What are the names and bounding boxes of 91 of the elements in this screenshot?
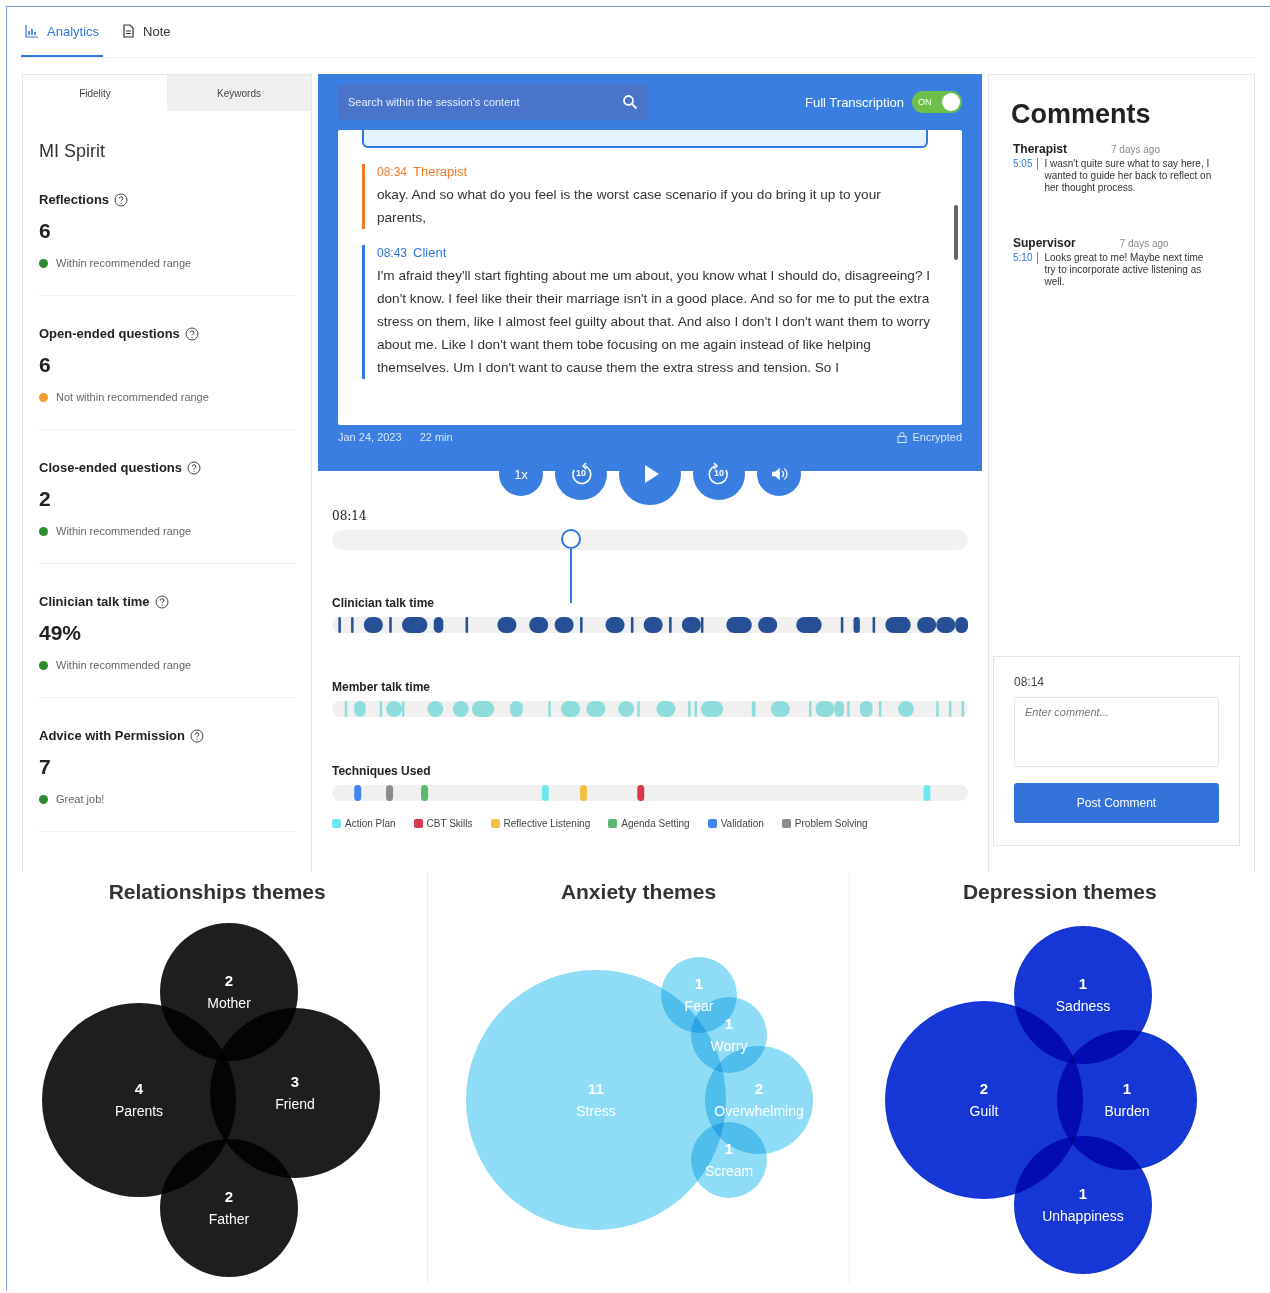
current-time: 08:14 bbox=[332, 509, 368, 523]
entry-time[interactable]: 08:43 bbox=[377, 246, 408, 260]
legend-label: Agenda Setting bbox=[621, 818, 690, 829]
page-tab[interactable]: Analytics bbox=[21, 7, 104, 57]
speaker-name: Therapist bbox=[413, 164, 468, 179]
metric-name: Advice with Permission bbox=[39, 728, 185, 743]
session-date: Jan 24, 2023 bbox=[338, 431, 402, 443]
bubble-count: 1 bbox=[695, 975, 704, 992]
seek-slider[interactable] bbox=[332, 530, 968, 550]
metric-value: 6 bbox=[39, 353, 52, 377]
toggle-label: Full Transcription bbox=[805, 94, 904, 110]
timestamp-link[interactable]: 5:10 bbox=[1013, 252, 1039, 264]
timestamp-link[interactable]: 5:05 bbox=[1013, 158, 1039, 170]
legend-label: CBT Skills bbox=[426, 818, 473, 829]
status-text: Within recommended range bbox=[56, 257, 192, 269]
bubble-label: Mother bbox=[207, 995, 251, 1011]
scrollbar-thumb[interactable] bbox=[954, 205, 958, 260]
slider-thumb[interactable] bbox=[560, 529, 581, 549]
bubble-label: Unhappiness bbox=[1041, 1208, 1124, 1224]
bubble-count: 1 bbox=[1078, 1185, 1087, 1202]
status-text: Great job! bbox=[56, 793, 105, 805]
transcript-text: I'm afraid they'll start fighting about me um about, you know what I should do, disagreeing? I don't know. I feel like their their marriage isn't in a good place. And so for me to put the extra stress on them, like I almost feel guilty about that. And also I don't I don't want them to worry about me. Like I don't want them tobe focusing on me again instead of like helping themselves. Um I don't want to cause them the extra stress and tension. So I bbox=[377, 267, 932, 377]
bubble-label: Stress bbox=[576, 1103, 617, 1119]
chart-title: Anxiety themes bbox=[560, 880, 717, 904]
legend-label: Action Plan bbox=[345, 818, 396, 829]
bubble-label: Father bbox=[208, 1211, 250, 1227]
comments-title: Comments bbox=[1011, 99, 1152, 130]
search-field[interactable]: Search within the session's content bbox=[338, 84, 648, 120]
bubble-label: Scream bbox=[705, 1163, 754, 1179]
panel-tab[interactable]: Keywords bbox=[167, 75, 311, 111]
bubble-count: 3 bbox=[291, 1073, 300, 1090]
bubble-count: 11 bbox=[588, 1080, 605, 1097]
legend-label: Reflective Listening bbox=[503, 818, 591, 829]
session-duration: 22 min bbox=[419, 431, 453, 443]
search-icon[interactable] bbox=[622, 94, 638, 110]
bubble-label: Friend bbox=[275, 1096, 315, 1112]
metric-name: Reflections bbox=[39, 192, 110, 207]
chart-title: Depression themes bbox=[962, 880, 1157, 904]
speaker-name: Client bbox=[413, 245, 447, 260]
metric-name: Close-ended questions bbox=[39, 460, 183, 475]
transcript-text: okay. And so what do you feel is the worst case scenario if you do bring it up to your parents, bbox=[377, 186, 882, 227]
comment-age: 7 days ago bbox=[1119, 238, 1169, 249]
encryption-label: Encrypted bbox=[912, 431, 962, 443]
metric-name: Open-ended questions bbox=[39, 326, 180, 341]
section-title: MI Spirit bbox=[39, 141, 106, 162]
bubble-count: 1 bbox=[1078, 975, 1087, 992]
bubble-count: 1 bbox=[1122, 1080, 1131, 1097]
post-comment-button[interactable]: Post Comment bbox=[1014, 783, 1219, 823]
bubble-label: Parents bbox=[115, 1103, 164, 1119]
bubble-label: Burden bbox=[1104, 1103, 1150, 1119]
track-label: Techniques Used bbox=[332, 764, 432, 778]
legend-label: Problem Solving bbox=[794, 818, 868, 829]
entry-time[interactable]: 08:34 bbox=[377, 165, 408, 179]
comment-text: Looks great to me! Maybe next time try to incorporate active listening as well. bbox=[1044, 252, 1205, 288]
comment-age: 7 days ago bbox=[1111, 144, 1160, 155]
bubble-label: Sadness bbox=[1055, 998, 1111, 1014]
bubble-count: 1 bbox=[725, 1015, 734, 1032]
chart-title: Relationships themes bbox=[108, 880, 326, 904]
status-text: Within recommended range bbox=[56, 659, 192, 671]
bar-chart-icon bbox=[25, 24, 39, 38]
comment-author: Supervisor bbox=[1013, 236, 1076, 250]
playhead-line bbox=[569, 549, 572, 603]
lock-icon bbox=[896, 431, 909, 443]
document-icon bbox=[121, 24, 136, 38]
bubble-count: 4 bbox=[135, 1080, 144, 1097]
help-icon[interactable] bbox=[114, 192, 129, 207]
metric-name: Clinician talk time bbox=[39, 594, 150, 609]
track-label: Member talk time bbox=[332, 680, 432, 694]
metric-value: 2 bbox=[39, 487, 52, 511]
help-icon[interactable] bbox=[154, 594, 169, 609]
track-label: Clinician talk time bbox=[332, 596, 436, 610]
metric-value: 49% bbox=[39, 621, 83, 645]
bubble-label: Guilt bbox=[969, 1103, 999, 1119]
metric-value: 7 bbox=[39, 755, 52, 779]
legend-label: Validation bbox=[720, 818, 764, 829]
comment-text: I wasn't quite sure what to say here, I wanted to guide her back to reflect on her thought process. bbox=[1044, 158, 1213, 194]
bubble-count: 2 bbox=[755, 1080, 764, 1097]
help-icon[interactable] bbox=[189, 728, 204, 743]
bubble-count: 2 bbox=[225, 1188, 234, 1205]
bubble-count: 2 bbox=[979, 1080, 988, 1097]
metric-value: 6 bbox=[39, 219, 52, 243]
status-text: Not within recommended range bbox=[56, 391, 209, 403]
comment-time: 08:14 bbox=[1014, 675, 1046, 689]
status-text: Within recommended range bbox=[56, 525, 192, 537]
help-icon[interactable] bbox=[184, 326, 199, 341]
bubble-count: 2 bbox=[225, 972, 234, 989]
comment-author: Therapist bbox=[1013, 142, 1067, 156]
bubble-count: 1 bbox=[725, 1140, 734, 1157]
help-icon[interactable] bbox=[187, 460, 202, 475]
comment-field[interactable]: Enter comment... bbox=[1014, 697, 1219, 767]
page-tab[interactable]: Note bbox=[117, 7, 175, 57]
